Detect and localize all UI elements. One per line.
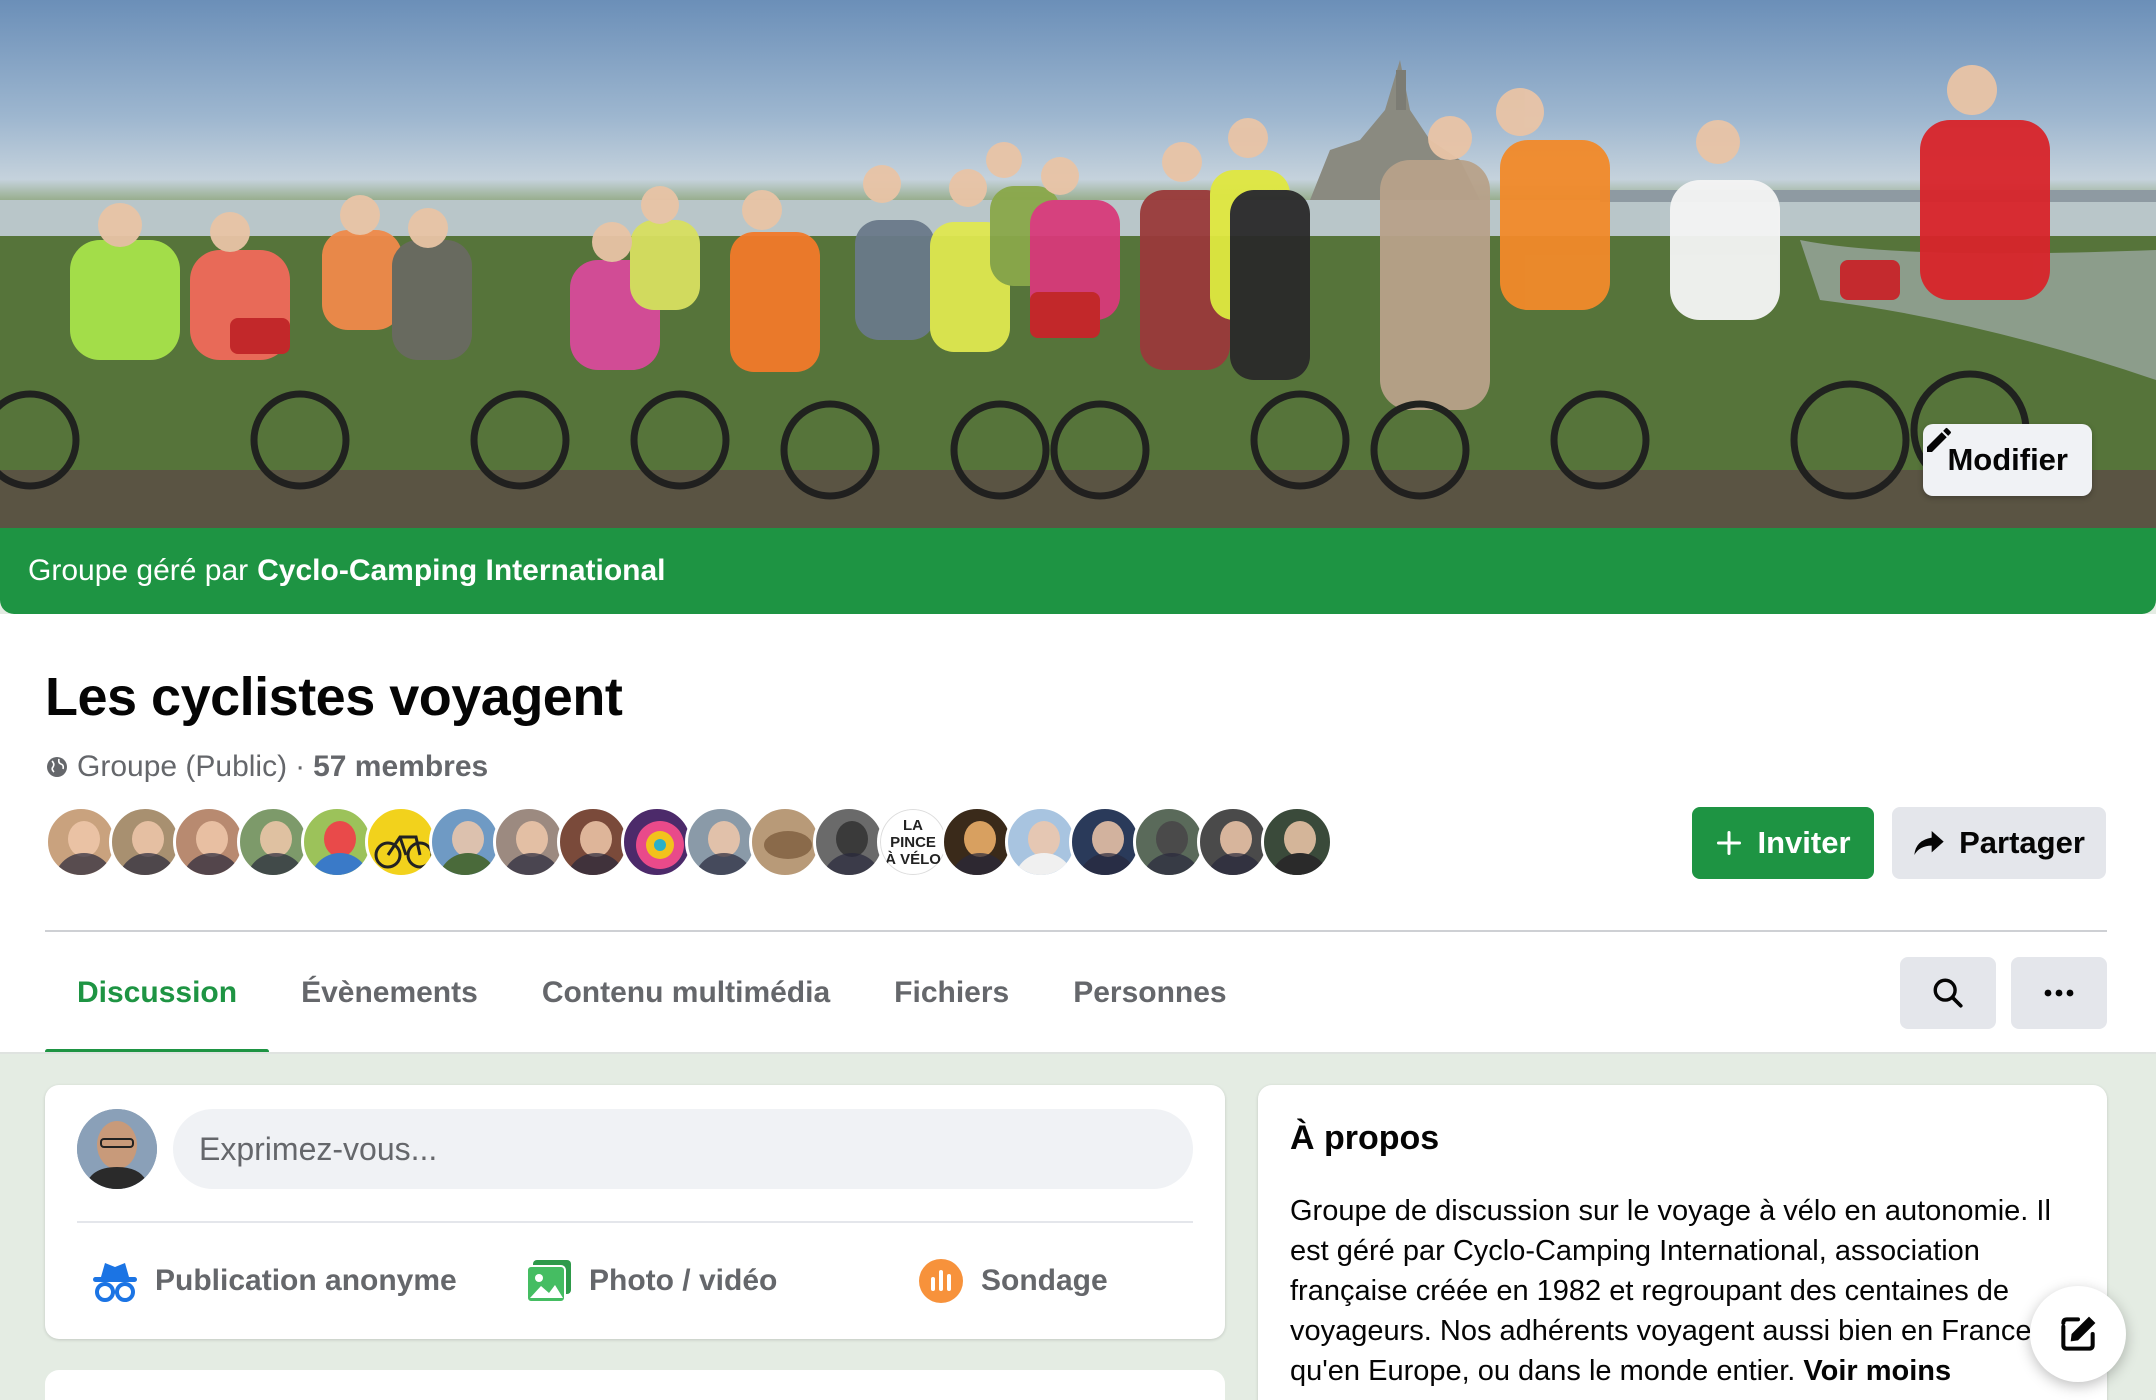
managed-by-page-link[interactable]: Cyclo-Camping International	[257, 554, 665, 588]
group-tabs: Discussion Évènements Contenu multimédia…	[45, 932, 1259, 1054]
pencil-icon	[1927, 427, 1952, 452]
member-avatar[interactable]	[365, 806, 437, 878]
invite-button[interactable]: Inviter	[1692, 807, 1874, 879]
group-header: Les cyclistes voyagent Groupe (Public) ·…	[0, 614, 2156, 1054]
member-avatar[interactable]	[941, 806, 1013, 878]
tab-discussion[interactable]: Discussion	[45, 932, 270, 1054]
compose-icon	[2061, 1316, 2096, 1351]
edit-cover-label: Modifier	[1947, 442, 2068, 477]
tab-files[interactable]: Fichiers	[862, 932, 1041, 1054]
managed-by-prefix: Groupe géré par	[28, 554, 249, 587]
next-feed-card	[45, 1370, 1225, 1400]
member-avatar[interactable]	[301, 806, 373, 878]
composer-divider	[77, 1221, 1193, 1223]
share-label: Partager	[1959, 825, 2085, 860]
new-message-button[interactable]	[2030, 1286, 2126, 1382]
poll-button[interactable]: Sondage	[917, 1249, 1108, 1313]
about-title: À propos	[1290, 1119, 1440, 1157]
member-avatar[interactable]	[1133, 806, 1205, 878]
member-avatar[interactable]	[109, 806, 181, 878]
member-avatar[interactable]	[237, 806, 309, 878]
cover-photo: Modifier	[0, 0, 2156, 528]
incognito-icon	[93, 1263, 137, 1302]
tab-label: Fichiers	[894, 976, 1010, 1009]
member-avatar[interactable]	[557, 806, 629, 878]
member-avatar[interactable]	[429, 806, 501, 878]
more-options-button[interactable]	[2011, 957, 2107, 1029]
member-avatars: LA PINCE À VÉLO	[45, 806, 1333, 878]
member-avatar-text: LA PINCE À VÉLO	[885, 816, 941, 868]
member-avatar[interactable]	[1005, 806, 1077, 878]
search-icon	[1933, 978, 1963, 1008]
about-description: Groupe de discussion sur le voyage à vél…	[1290, 1191, 2080, 1391]
group-meta: Groupe (Public) · 57 membres	[45, 750, 488, 784]
member-avatar[interactable]	[621, 806, 693, 878]
managed-by-banner: Groupe géré par Cyclo-Camping Internatio…	[0, 528, 2156, 614]
poll-label: Sondage	[981, 1264, 1108, 1297]
plus-icon	[1717, 830, 1742, 856]
member-avatar[interactable]	[173, 806, 245, 878]
more-dots-icon	[2044, 989, 2074, 997]
edit-cover-button[interactable]: Modifier	[1923, 424, 2092, 496]
member-avatar[interactable]	[685, 806, 757, 878]
composer-input[interactable]: Exprimez-vous...	[173, 1109, 1193, 1189]
member-count[interactable]: 57 membres	[313, 750, 488, 784]
anonymous-post-label: Publication anonyme	[155, 1264, 457, 1297]
member-avatar[interactable]	[813, 806, 885, 878]
search-button[interactable]	[1900, 957, 1996, 1029]
member-avatar[interactable]	[1261, 806, 1333, 878]
tab-media[interactable]: Contenu multimédia	[510, 932, 862, 1054]
tab-label: Discussion	[77, 976, 238, 1009]
invite-label: Inviter	[1757, 825, 1851, 860]
header-bottom-border	[0, 1052, 2156, 1054]
poll-icon	[919, 1259, 963, 1303]
current-user-avatar[interactable]	[77, 1109, 157, 1189]
share-button[interactable]: Partager	[1892, 807, 2106, 879]
photo-video-button[interactable]: Photo / vidéo	[525, 1249, 777, 1313]
member-avatar[interactable]	[493, 806, 565, 878]
member-avatar-la-pince[interactable]: LA PINCE À VÉLO	[877, 806, 949, 878]
post-composer: Exprimez-vous... Publication anonyme Pho…	[45, 1085, 1225, 1339]
tab-people[interactable]: Personnes	[1041, 932, 1258, 1054]
member-avatar[interactable]	[1069, 806, 1141, 878]
about-card: À propos Groupe de discussion sur le voy…	[1258, 1085, 2107, 1400]
member-avatar[interactable]	[1197, 806, 1269, 878]
group-title: Les cyclistes voyagent	[45, 667, 623, 727]
cover-photo-illustration	[0, 60, 2156, 528]
photo-icon	[526, 1260, 571, 1303]
meta-separator: ·	[295, 750, 306, 783]
share-arrow-icon	[1914, 831, 1944, 855]
tab-label: Personnes	[1073, 976, 1227, 1009]
photo-video-label: Photo / vidéo	[589, 1264, 778, 1297]
group-privacy[interactable]: Groupe (Public)	[77, 750, 287, 784]
globe-icon	[47, 757, 67, 777]
member-avatar[interactable]	[749, 806, 821, 878]
anonymous-post-button[interactable]: Publication anonyme	[91, 1249, 457, 1313]
tab-label: Contenu multimédia	[541, 976, 831, 1009]
member-avatar[interactable]	[45, 806, 117, 878]
tab-events[interactable]: Évènements	[269, 932, 510, 1054]
tab-label: Évènements	[301, 976, 478, 1009]
see-less-link[interactable]: Voir moins	[1803, 1355, 1951, 1387]
composer-placeholder: Exprimez-vous...	[199, 1130, 438, 1167]
